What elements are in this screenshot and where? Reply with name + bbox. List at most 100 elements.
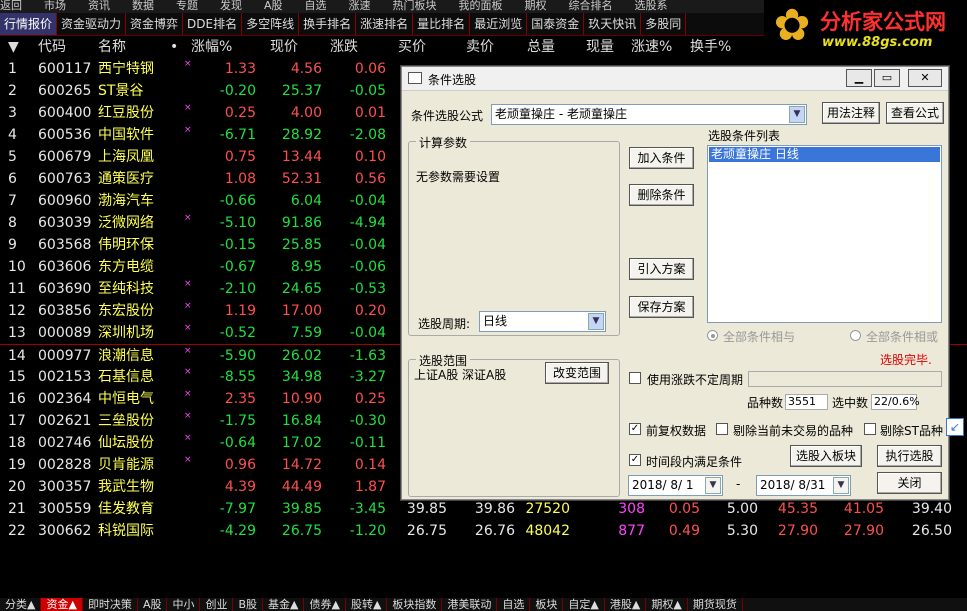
col-price[interactable]: 现价 bbox=[270, 36, 298, 58]
top-menu-item[interactable]: 期权 bbox=[525, 0, 547, 11]
period-select[interactable]: 日线 ▼ bbox=[479, 311, 606, 332]
row-number: 19 bbox=[8, 457, 26, 473]
change-range-button[interactable]: 改变范围 bbox=[545, 362, 609, 384]
tab-item[interactable]: 玖天快讯 bbox=[584, 13, 642, 35]
period-satisfy-checkbox[interactable]: ✓ bbox=[629, 454, 641, 466]
change: 0.06 bbox=[354, 61, 386, 77]
bottom-tab[interactable]: 股转▲ bbox=[346, 598, 388, 611]
col-vol[interactable]: 总量 bbox=[527, 36, 555, 58]
tab-item[interactable]: 涨速排名 bbox=[356, 13, 414, 35]
volume: 48042 bbox=[525, 523, 570, 539]
date-to-picker[interactable]: 2018/ 8/31 ▼ bbox=[756, 475, 851, 496]
bottom-tab[interactable]: 港美联动 bbox=[442, 598, 498, 611]
pre-adjust-checkbox[interactable]: ✓ bbox=[629, 423, 641, 435]
view-formula-button[interactable]: 查看公式 bbox=[886, 102, 944, 124]
tab-item[interactable]: 多空阵线 bbox=[242, 13, 300, 35]
tab-item[interactable]: 资金博弈 bbox=[126, 13, 184, 35]
top-menu-item[interactable]: 发现 bbox=[220, 0, 242, 11]
star-mark-icon: × bbox=[184, 411, 192, 421]
bottom-tab[interactable]: 期货现货 bbox=[688, 598, 743, 611]
maximize-icon[interactable]: ▭ bbox=[874, 69, 900, 87]
tab-item[interactable]: 多股同 bbox=[641, 13, 687, 35]
chevron-down-icon[interactable]: ▼ bbox=[833, 477, 849, 494]
uncertain-period-checkbox[interactable] bbox=[629, 372, 641, 384]
exclude-st-checkbox[interactable] bbox=[864, 423, 876, 435]
resize-arrow-icon[interactable]: ↙ bbox=[946, 418, 964, 436]
bottom-tab[interactable]: B股 bbox=[233, 598, 264, 611]
bottom-tab[interactable]: 创业 bbox=[200, 598, 234, 611]
flower-logo-icon: ✿ bbox=[773, 0, 811, 51]
bottom-tab[interactable]: 板块 bbox=[530, 598, 564, 611]
all-and-radio[interactable] bbox=[707, 330, 718, 341]
exclude-untraded-checkbox[interactable] bbox=[716, 423, 728, 435]
bottom-tab[interactable]: 资金▲ bbox=[41, 598, 83, 611]
col-name[interactable]: 名称 bbox=[98, 36, 126, 58]
dialog-titlebar[interactable]: 条件选股 ▁ ▭ ✕ bbox=[402, 67, 948, 91]
tab-item[interactable]: 量比排名 bbox=[413, 13, 471, 35]
formula-select[interactable]: 老顽童操庄 - 老顽童操庄 ▼ bbox=[491, 104, 807, 125]
tab-item[interactable]: 最近浏览 bbox=[470, 13, 528, 35]
col-code[interactable]: 代码 bbox=[38, 36, 66, 58]
to-block-button[interactable]: 选股入板块 bbox=[790, 445, 862, 467]
sort-arrow-icon[interactable]: ▼ bbox=[8, 36, 19, 58]
tab-item[interactable]: 换手排名 bbox=[299, 13, 357, 35]
chevron-down-icon[interactable]: ▼ bbox=[789, 106, 805, 123]
tab-item[interactable]: 国泰资金 bbox=[527, 13, 585, 35]
tab-item[interactable]: 资金驱动力 bbox=[57, 13, 127, 35]
stock-name: 三垒股份 bbox=[98, 413, 154, 429]
top-menu-item[interactable]: 自选 bbox=[305, 0, 327, 11]
minimize-icon[interactable]: ▁ bbox=[846, 69, 872, 87]
execute-button[interactable]: 执行选股 bbox=[877, 445, 942, 467]
top-menu-item[interactable]: 返回 bbox=[0, 0, 22, 11]
col-speed[interactable]: 涨速% bbox=[631, 36, 672, 58]
condition-list-item[interactable]: 老顽童操庄 日线 bbox=[709, 147, 940, 162]
top-menu-item[interactable]: 选股系 bbox=[635, 0, 668, 11]
change: -0.30 bbox=[349, 413, 386, 429]
extra-3: 39.40 bbox=[911, 501, 952, 517]
add-condition-button[interactable]: 加入条件 bbox=[629, 147, 694, 169]
tab-item[interactable]: 行情报价 bbox=[0, 13, 58, 35]
date-from-picker[interactable]: 2018/ 8/ 1 ▼ bbox=[628, 475, 723, 496]
col-bid[interactable]: 买价 bbox=[398, 36, 426, 58]
close-icon[interactable]: ✕ bbox=[908, 69, 942, 87]
bottom-tab[interactable]: 板块指数 bbox=[387, 598, 443, 611]
col-ask[interactable]: 卖价 bbox=[466, 36, 494, 58]
all-or-radio[interactable] bbox=[850, 330, 861, 341]
bottom-tab[interactable]: 期权▲ bbox=[646, 598, 688, 611]
top-menu-item[interactable]: 专题 bbox=[176, 0, 198, 11]
top-menu-item[interactable]: 资讯 bbox=[88, 0, 110, 11]
top-menu-item[interactable]: 我的面板 bbox=[459, 0, 503, 11]
bottom-tab[interactable]: 自定▲ bbox=[563, 598, 605, 611]
col-cur[interactable]: 现量 bbox=[586, 36, 614, 58]
top-menu-item[interactable]: 综合排名 bbox=[569, 0, 613, 11]
bottom-tab[interactable]: 港股▲ bbox=[605, 598, 647, 611]
change: 0.20 bbox=[354, 303, 386, 319]
col-pct[interactable]: 涨幅% bbox=[191, 36, 232, 58]
bottom-tab[interactable]: 基金▲ bbox=[263, 598, 305, 611]
bottom-tab[interactable]: 分类▲ bbox=[0, 598, 42, 611]
bottom-tab[interactable]: 自选 bbox=[497, 598, 531, 611]
delete-condition-button[interactable]: 删除条件 bbox=[629, 184, 694, 206]
condition-list[interactable]: 老顽童操庄 日线 bbox=[707, 145, 942, 323]
import-plan-button[interactable]: 引入方案 bbox=[629, 258, 694, 280]
chevron-down-icon[interactable]: ▼ bbox=[588, 313, 604, 330]
bottom-tab[interactable]: 债券▲ bbox=[304, 598, 346, 611]
stock-code: 600400 bbox=[38, 105, 92, 121]
table-row[interactable]: 21 300559 佳发教育 -7.97 39.85 -3.45 39.85 39.86 275… bbox=[0, 498, 967, 520]
usage-note-button[interactable]: 用法注释 bbox=[822, 102, 880, 124]
top-menu-item[interactable]: A股 bbox=[264, 0, 283, 11]
table-row[interactable]: 22 300662 科锐国际 -4.29 26.75 -1.20 26.75 26.76 480… bbox=[0, 520, 967, 542]
bottom-tab[interactable]: 即时决策 bbox=[83, 598, 138, 611]
bottom-tab[interactable]: A股 bbox=[138, 598, 168, 611]
top-menu-item[interactable]: 热门板块 bbox=[393, 0, 437, 11]
tab-item[interactable]: DDE排名 bbox=[183, 13, 243, 35]
col-turn[interactable]: 换手% bbox=[690, 36, 731, 58]
top-menu-item[interactable]: 市场 bbox=[44, 0, 66, 11]
chevron-down-icon[interactable]: ▼ bbox=[705, 477, 721, 494]
col-chg[interactable]: 涨跌 bbox=[330, 36, 358, 58]
top-menu-item[interactable]: 涨速 bbox=[349, 0, 371, 11]
close-button[interactable]: 关闭 bbox=[877, 472, 942, 494]
top-menu-item[interactable]: 数据 bbox=[132, 0, 154, 11]
bottom-tab[interactable]: 中小 bbox=[167, 598, 201, 611]
save-plan-button[interactable]: 保存方案 bbox=[629, 296, 694, 318]
